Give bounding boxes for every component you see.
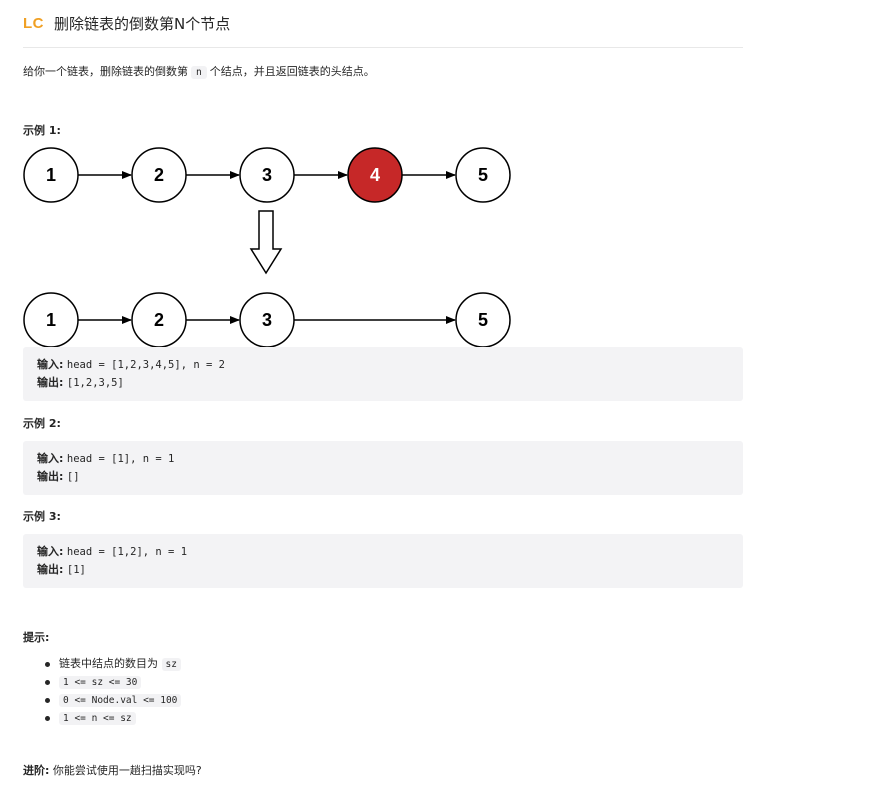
removed-node-label: 4 xyxy=(370,165,380,185)
bullet-icon xyxy=(45,680,50,685)
description-text-before: 给你一个链表，删除链表的倒数第 xyxy=(23,65,188,78)
problem-description: 给你一个链表，删除链表的倒数第 n 个结点，并且返回链表的头结点。 xyxy=(23,63,375,82)
input-label: 输入: xyxy=(37,545,64,558)
example-1-output: 输出: [1,2,3,5] xyxy=(37,375,124,391)
hint-text: 链表中结点的数目为 xyxy=(59,657,158,670)
output-label: 输出: xyxy=(37,376,64,389)
hint-code: 1 <= n <= sz xyxy=(59,712,136,725)
hint-code: 0 <= Node.val <= 100 xyxy=(59,694,182,707)
list-node-label: 5 xyxy=(478,165,488,185)
input-label: 输入: xyxy=(37,358,64,371)
list-node-label: 1 xyxy=(46,310,56,330)
example-1-input: 输入: head = [1,2,3,4,5], n = 2 xyxy=(37,357,225,373)
output-value: [1,2,3,5] xyxy=(66,377,124,389)
output-label: 输出: xyxy=(37,563,64,576)
example-2-input: 输入: head = [1], n = 1 xyxy=(37,451,174,467)
input-label: 输入: xyxy=(37,452,64,465)
list-item: 1 <= sz <= 30 xyxy=(23,673,181,691)
problem-header: LC 删除链表的倒数第N个节点 xyxy=(23,11,230,35)
example-3-input: 输入: head = [1,2], n = 1 xyxy=(37,544,187,560)
list-node-label: 3 xyxy=(262,165,272,185)
example-2-output: 输出: [] xyxy=(37,469,80,485)
follow-up-text: 你能尝试使用一趟扫描实现吗? xyxy=(52,764,202,777)
bullet-icon xyxy=(45,716,50,721)
list-item: 0 <= Node.val <= 100 xyxy=(23,691,182,709)
linked-list-diagram: 1 2 3 4 5 1 2 3 5 xyxy=(23,147,511,348)
problem-title: 删除链表的倒数第N个节点 xyxy=(54,14,231,33)
description-text-after: 个结点，并且返回链表的头结点。 xyxy=(209,65,375,78)
example-2-codebox: 输入: head = [1], n = 1 输出: [] xyxy=(23,441,743,495)
example-1-codebox: 输入: head = [1,2,3,4,5], n = 2 输出: [1,2,3… xyxy=(23,347,743,401)
output-label: 输出: xyxy=(37,470,64,483)
list-item: 1 <= n <= sz xyxy=(23,709,181,727)
lc-logo: LC xyxy=(23,14,44,32)
input-value: head = [1], n = 1 xyxy=(66,453,175,465)
list-node-label: 1 xyxy=(46,165,56,185)
example-3-heading: 示例 3: xyxy=(23,510,61,523)
bullet-icon xyxy=(45,662,50,667)
example-1-heading: 示例 1: xyxy=(23,124,61,137)
output-value: [] xyxy=(66,471,80,483)
description-code-n: n xyxy=(191,66,207,79)
top-list-row: 1 2 3 4 5 xyxy=(23,147,511,203)
bullet-icon xyxy=(45,698,50,703)
input-value: head = [1,2,3,4,5], n = 2 xyxy=(66,359,225,371)
header-divider xyxy=(23,47,743,48)
hints-heading: 提示: xyxy=(23,631,50,644)
list-item: 链表中结点的数目为 sz xyxy=(23,655,181,673)
example-2-heading: 示例 2: xyxy=(23,417,61,430)
output-value: [1] xyxy=(66,564,86,576)
list-node-label: 2 xyxy=(154,165,164,185)
example-3-codebox: 输入: head = [1,2], n = 1 输出: [1] xyxy=(23,534,743,588)
bottom-list-row: 1 2 3 5 xyxy=(23,292,511,348)
example-3-output: 输出: [1] xyxy=(37,562,86,578)
hint-code: 1 <= sz <= 30 xyxy=(59,676,142,689)
follow-up: 进阶: 你能尝试使用一趟扫描实现吗? xyxy=(23,762,202,778)
input-value: head = [1,2], n = 1 xyxy=(66,546,188,558)
hints-list: 链表中结点的数目为 sz 1 <= sz <= 30 0 <= Node.val… xyxy=(23,655,182,727)
list-node-label: 5 xyxy=(478,310,488,330)
hint-code: sz xyxy=(161,658,181,671)
list-node-label: 2 xyxy=(154,310,164,330)
down-arrow-icon xyxy=(249,210,283,275)
follow-up-label: 进阶: xyxy=(23,764,50,777)
list-node-label: 3 xyxy=(262,310,272,330)
